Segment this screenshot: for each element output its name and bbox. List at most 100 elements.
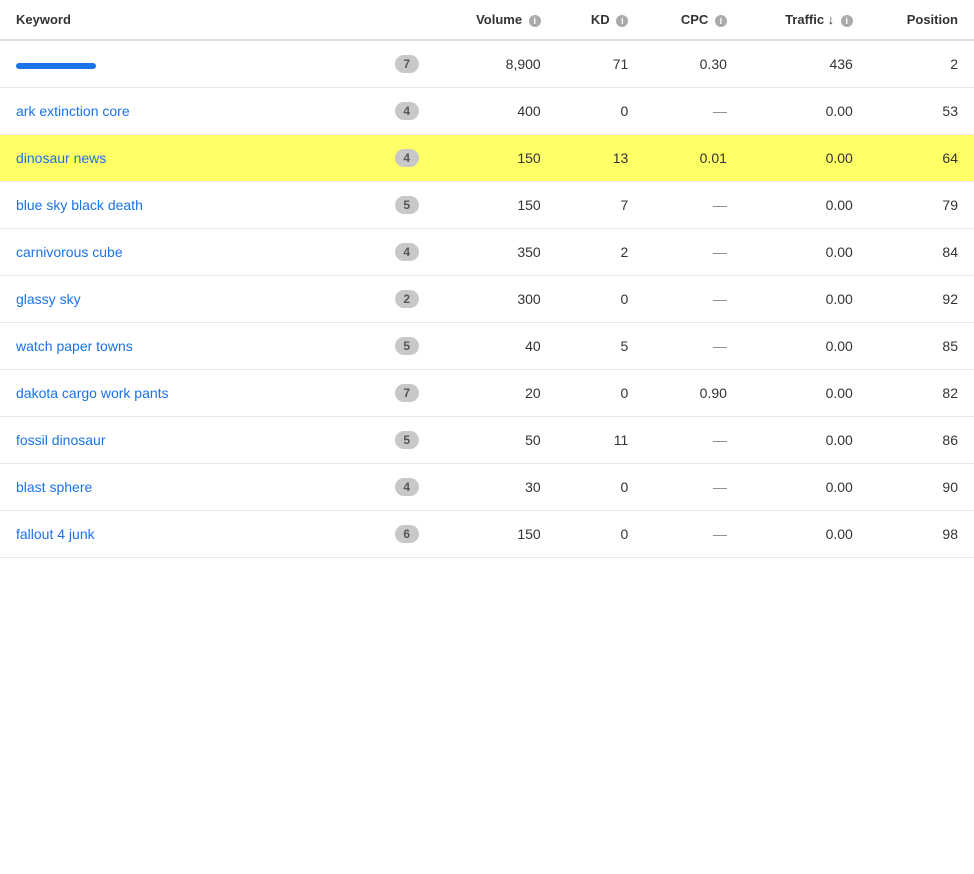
dash-symbol: — — [713, 526, 727, 542]
cpc-cell: — — [644, 417, 743, 464]
volume-cell: 40 — [435, 323, 557, 370]
volume-cell: 8,900 — [435, 40, 557, 88]
badge-cell: 5 — [379, 417, 435, 464]
kd-cell: 0 — [557, 511, 645, 558]
dash-symbol: — — [713, 432, 727, 448]
volume-cell: 350 — [435, 229, 557, 276]
keyword-link[interactable]: dakota cargo work pants — [16, 385, 169, 401]
keyword-link[interactable]: fossil dinosaur — [16, 432, 106, 448]
keyword-highlighted-text[interactable] — [16, 63, 96, 69]
volume-info-icon[interactable]: i — [529, 15, 541, 27]
keyword-badge: 5 — [395, 337, 419, 355]
position-cell: 92 — [869, 276, 974, 323]
dash-symbol: — — [713, 197, 727, 213]
kd-cell: 5 — [557, 323, 645, 370]
keyword-cell: dakota cargo work pants — [0, 370, 379, 417]
table-row: ark extinction core 4 4000 — 0.0053 — [0, 88, 974, 135]
table-row: watch paper towns5405—0.0085 — [0, 323, 974, 370]
keyword-link[interactable]: blue sky black death — [16, 197, 143, 213]
cpc-cell: 0.90 — [644, 370, 743, 417]
keywords-table: Keyword Volume i KD i CPC i Traffic ↓ i — [0, 0, 974, 558]
keyword-cell: fallout 4 junk — [0, 511, 379, 558]
kd-cell: 0 — [557, 276, 645, 323]
position-cell: 64 — [869, 135, 974, 182]
table-row: blast sphere4300—0.0090 — [0, 464, 974, 511]
position-cell: 86 — [869, 417, 974, 464]
traffic-column-header: Traffic ↓ i — [743, 0, 869, 40]
table-row: fallout 4 junk 61500 — 0.0098 — [0, 511, 974, 558]
volume-cell: 30 — [435, 464, 557, 511]
cpc-cell: — — [644, 323, 743, 370]
kd-cell: 2 — [557, 229, 645, 276]
traffic-cell: 0.00 — [743, 323, 869, 370]
badge-cell: 6 — [379, 511, 435, 558]
keyword-badge: 7 — [395, 55, 419, 73]
cpc-cell: — — [644, 182, 743, 229]
keyword-link[interactable]: ark extinction core — [16, 103, 130, 119]
badge-cell: 4 — [379, 229, 435, 276]
cpc-cell: — — [644, 229, 743, 276]
traffic-cell: 0.00 — [743, 370, 869, 417]
cpc-cell: — — [644, 511, 743, 558]
badge-cell: 2 — [379, 276, 435, 323]
keyword-link[interactable]: carnivorous cube — [16, 244, 123, 260]
keyword-cell: watch paper towns — [0, 323, 379, 370]
keyword-link[interactable]: watch paper towns — [16, 338, 133, 354]
cpc-cell: — — [644, 276, 743, 323]
badge-cell: 7 — [379, 40, 435, 88]
position-cell: 98 — [869, 511, 974, 558]
kd-cell: 0 — [557, 370, 645, 417]
volume-cell: 50 — [435, 417, 557, 464]
position-cell: 2 — [869, 40, 974, 88]
table-row: glassy sky 2 3000—0.0092 — [0, 276, 974, 323]
cpc-cell: — — [644, 88, 743, 135]
keyword-link[interactable]: dinosaur news — [16, 150, 106, 166]
table-container: Keyword Volume i KD i CPC i Traffic ↓ i — [0, 0, 974, 558]
keyword-cell: fossil dinosaur — [0, 417, 379, 464]
kd-cell: 13 — [557, 135, 645, 182]
kd-info-icon[interactable]: i — [616, 15, 628, 27]
table-row: dakota cargo work pants72000.900.0082 — [0, 370, 974, 417]
keyword-cell — [0, 40, 379, 88]
traffic-cell: 0.00 — [743, 135, 869, 182]
keyword-cell: dinosaur news — [0, 135, 379, 182]
badge-cell: 4 — [379, 88, 435, 135]
volume-cell: 400 — [435, 88, 557, 135]
badge-cell: 4 — [379, 464, 435, 511]
volume-cell: 300 — [435, 276, 557, 323]
volume-cell: 150 — [435, 511, 557, 558]
keyword-link[interactable]: blast sphere — [16, 479, 92, 495]
kd-cell: 7 — [557, 182, 645, 229]
volume-cell: 150 — [435, 182, 557, 229]
keyword-cell: carnivorous cube — [0, 229, 379, 276]
cpc-cell: 0.30 — [644, 40, 743, 88]
cpc-info-icon[interactable]: i — [715, 15, 727, 27]
keyword-link[interactable]: fallout 4 junk — [16, 526, 95, 542]
keyword-badge: 2 — [395, 290, 419, 308]
keyword-badge: 7 — [395, 384, 419, 402]
kd-cell: 0 — [557, 88, 645, 135]
traffic-cell: 436 — [743, 40, 869, 88]
keyword-badge: 4 — [395, 102, 419, 120]
keyword-badge: 5 — [395, 196, 419, 214]
badge-cell: 7 — [379, 370, 435, 417]
traffic-cell: 0.00 — [743, 511, 869, 558]
table-row: fossil dinosaur55011—0.0086 — [0, 417, 974, 464]
kd-cell: 11 — [557, 417, 645, 464]
traffic-info-icon[interactable]: i — [841, 15, 853, 27]
dash-symbol: — — [713, 244, 727, 260]
position-cell: 79 — [869, 182, 974, 229]
traffic-cell: 0.00 — [743, 464, 869, 511]
dash-symbol: — — [713, 103, 727, 119]
keyword-badge: 4 — [395, 149, 419, 167]
position-cell: 84 — [869, 229, 974, 276]
traffic-cell: 0.00 — [743, 276, 869, 323]
volume-cell: 20 — [435, 370, 557, 417]
table-row: blue sky black death51507—0.0079 — [0, 182, 974, 229]
keyword-cell: blast sphere — [0, 464, 379, 511]
keyword-link[interactable]: glassy sky — [16, 291, 81, 307]
traffic-cell: 0.00 — [743, 88, 869, 135]
volume-cell: 150 — [435, 135, 557, 182]
position-cell: 85 — [869, 323, 974, 370]
position-cell: 53 — [869, 88, 974, 135]
